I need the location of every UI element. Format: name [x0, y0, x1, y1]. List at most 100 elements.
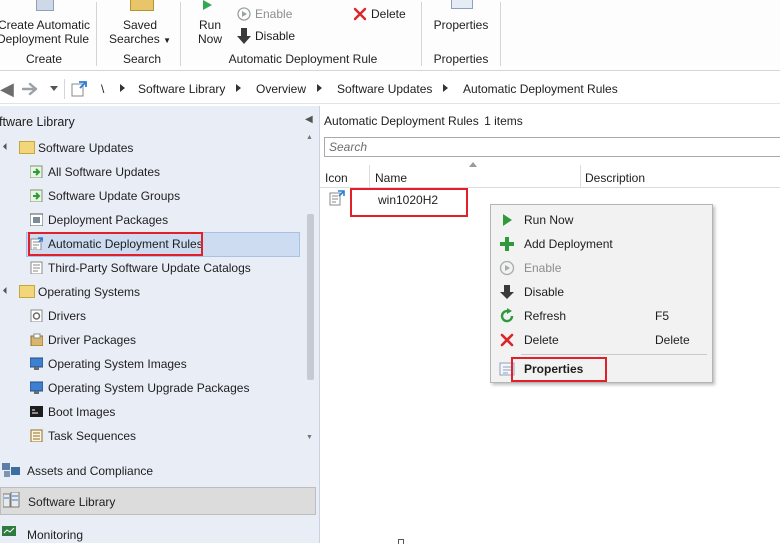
tree-item-boot-images[interactable]: Boot Images [48, 405, 115, 419]
menu-item-delete[interactable]: Delete Delete [491, 329, 712, 351]
scroll-up-icon[interactable]: ▲ [306, 134, 313, 141]
menu-item-enable[interactable]: Enable [491, 257, 712, 279]
tree-scrollbar[interactable]: ▲ ▼ [305, 132, 315, 448]
assets-compliance-icon [2, 463, 20, 477]
run-now-button[interactable]: Run Now [190, 14, 230, 48]
tree-item-drivers[interactable]: Drivers [48, 309, 86, 323]
disable-label: Disable [255, 29, 296, 43]
delete-label: Delete [371, 7, 406, 21]
menu-label: Enable [524, 261, 562, 275]
tree-item-software-updates[interactable]: Software Updates [38, 141, 133, 155]
menu-item-run-now[interactable]: Run Now [491, 209, 712, 231]
navigation-pane: ftware Library ◀ Software Updates All So… [0, 106, 320, 543]
tree-item-task-sequences[interactable]: Task Sequences [48, 429, 136, 443]
run-now-label-1: Run [198, 18, 221, 32]
disable-icon [500, 285, 514, 299]
item-count: 1 items [484, 114, 523, 128]
resize-marker [398, 539, 404, 544]
expanded-arrow-icon[interactable] [2, 286, 11, 295]
column-header-description[interactable]: Description [585, 171, 645, 185]
enable-button[interactable]: Enable [236, 6, 306, 22]
tree-item-os-upgrade-packages[interactable]: Operating System Upgrade Packages [48, 381, 249, 395]
menu-item-disable[interactable]: Disable [491, 281, 712, 303]
breadcrumb-root[interactable]: \ [101, 82, 104, 96]
tree-item-operating-systems[interactable]: Operating Systems [38, 285, 140, 299]
tree-item-all-software-updates[interactable]: All Software Updates [48, 165, 160, 179]
run-now-label-2: Now [197, 32, 222, 46]
driver-icon [30, 309, 43, 322]
column-header-icon[interactable]: Icon [325, 171, 348, 185]
task-sequence-icon [30, 429, 43, 442]
back-arrow-icon[interactable]: ◀ [0, 79, 18, 99]
scrollbar-thumb[interactable] [307, 214, 314, 380]
menu-separator [521, 354, 707, 355]
folder-icon [19, 141, 35, 154]
expanded-arrow-icon[interactable] [2, 142, 11, 151]
run-icon [503, 214, 512, 226]
column-header-name[interactable]: Name [375, 171, 407, 185]
forward-arrow-icon[interactable] [22, 81, 40, 97]
enable-icon [237, 7, 251, 21]
workspace-monitoring[interactable]: Monitoring [0, 520, 316, 548]
highlight-box-rule [350, 188, 468, 217]
breadcrumb-chevron-icon[interactable] [120, 84, 125, 92]
delete-icon [353, 7, 367, 21]
disable-button[interactable]: Disable [236, 27, 306, 45]
tree-item-os-images[interactable]: Operating System Images [48, 357, 187, 371]
update-group-icon [30, 189, 43, 202]
updates-icon [30, 165, 43, 178]
menu-label: Disable [524, 285, 565, 299]
address-bar: ◀ \ Software Library Overview Software U… [0, 76, 780, 104]
workspace-assets-and-compliance[interactable]: Assets and Compliance [0, 456, 316, 484]
breadcrumb-chevron-icon[interactable] [443, 84, 448, 92]
search-input[interactable]: Search [324, 137, 780, 157]
history-dropdown-icon[interactable] [50, 86, 58, 91]
breadcrumb-chevron-icon[interactable] [236, 84, 241, 92]
properties-icon [451, 0, 473, 9]
properties-button[interactable]: Properties [428, 12, 494, 42]
run-now-icon [203, 0, 212, 10]
list-header: Icon Name Description [320, 165, 780, 188]
ribbon-divider [96, 2, 97, 66]
tree-item-software-update-groups[interactable]: Software Update Groups [48, 189, 180, 203]
breadcrumb-chevron-icon[interactable] [317, 84, 322, 92]
highlight-box-adr [28, 232, 203, 256]
menu-item-add-deployment[interactable]: Add Deployment [491, 233, 712, 255]
add-icon [500, 237, 514, 251]
package-icon [30, 213, 43, 226]
driver-package-icon [30, 333, 43, 346]
group-properties-label: Properties [433, 52, 489, 66]
breadcrumb-overview[interactable]: Overview [256, 82, 306, 96]
ribbon-divider [180, 2, 181, 66]
saved-searches-button[interactable]: Saved Searches ▼ [104, 0, 176, 50]
group-adr-label: Automatic Deployment Rule [228, 52, 378, 66]
breadcrumb-software-library[interactable]: Software Library [138, 82, 225, 96]
workspace-software-library[interactable]: Software Library [0, 487, 316, 515]
delete-button[interactable]: Delete [352, 6, 412, 22]
software-library-icon [3, 492, 20, 508]
navigation-tree: Software Updates All Software Updates So… [0, 136, 306, 448]
menu-item-refresh[interactable]: Refresh F5 [491, 305, 712, 327]
create-rule-button[interactable]: Create Automatic Deployment Rule [0, 0, 92, 50]
menu-shortcut: F5 [655, 309, 670, 323]
breadcrumb-adr[interactable]: Automatic Deployment Rules [463, 82, 618, 96]
os-upgrade-icon [30, 381, 43, 394]
enable-label: Enable [255, 7, 293, 21]
group-create-label: Create [25, 52, 63, 66]
ribbon-divider [421, 2, 422, 66]
menu-label: Add Deployment [524, 237, 613, 251]
menu-label: Delete [524, 333, 559, 347]
nav-divider [64, 79, 65, 99]
tree-item-deployment-packages[interactable]: Deployment Packages [48, 213, 168, 227]
menu-shortcut: Delete [655, 333, 690, 347]
delete-icon [500, 333, 514, 347]
tree-item-third-party-catalogs[interactable]: Third-Party Software Update Catalogs [48, 261, 251, 275]
tree-item-driver-packages[interactable]: Driver Packages [48, 333, 136, 347]
saved-searches-label-2: Searches ▼ [104, 33, 176, 47]
rule-icon [329, 190, 345, 206]
scroll-down-icon[interactable]: ▼ [306, 434, 313, 441]
breadcrumb-software-updates[interactable]: Software Updates [337, 82, 432, 96]
create-rule-label-2: Deployment Rule [0, 32, 90, 46]
os-image-icon [30, 357, 43, 370]
collapse-pane-icon[interactable]: ◀ [305, 114, 313, 125]
